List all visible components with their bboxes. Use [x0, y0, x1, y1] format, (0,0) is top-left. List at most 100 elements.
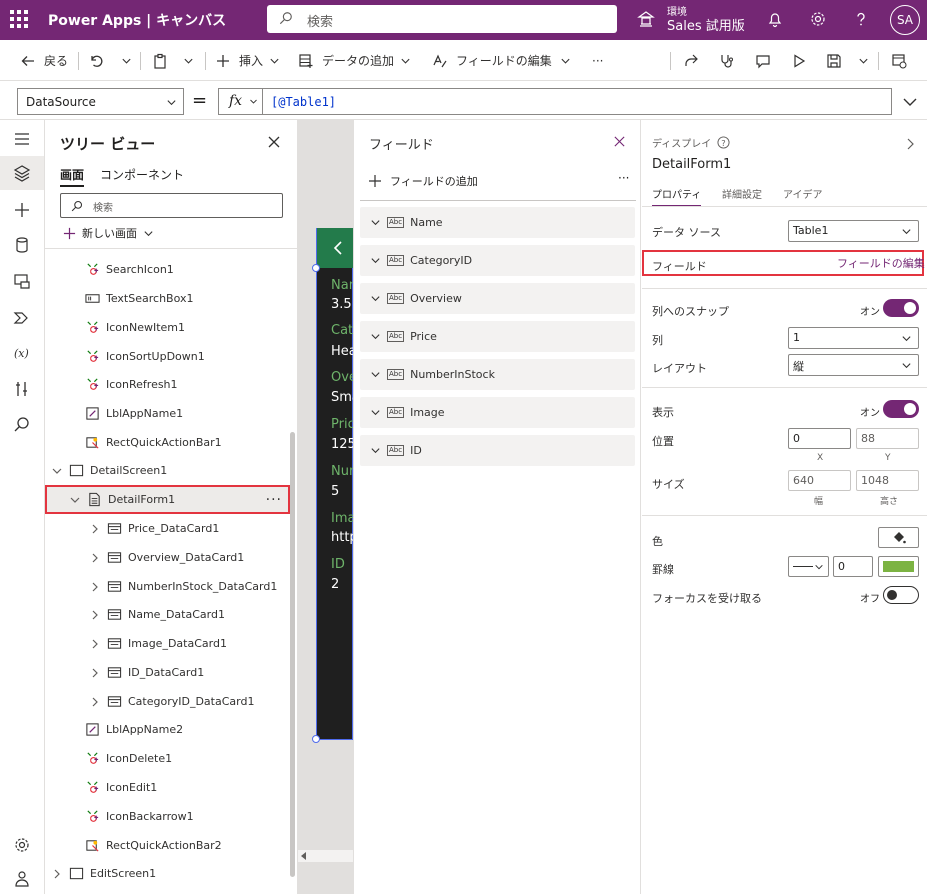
tree-node[interactable]: RectQuickActionBar1	[45, 428, 290, 457]
height-input[interactable]: 1048	[856, 470, 919, 491]
position-x-input[interactable]: 0	[788, 428, 851, 449]
chevron-down-icon[interactable]	[370, 331, 381, 342]
insert-plus-icon[interactable]	[13, 201, 31, 219]
tab-advanced[interactable]: 詳細設定	[722, 186, 762, 201]
border-color-picker[interactable]	[878, 556, 919, 577]
node-more-button[interactable]: ···	[266, 492, 282, 508]
formula-input[interactable]: [@Table1]	[262, 88, 892, 115]
chevron-down-icon[interactable]	[370, 217, 381, 228]
tree-node[interactable]: Image_DataCard1	[45, 629, 290, 658]
undo-dropdown[interactable]	[121, 40, 132, 81]
share-button[interactable]	[683, 40, 699, 81]
add-data-button[interactable]: データの追加	[298, 40, 411, 81]
tree-node[interactable]: IconNewItem1	[45, 313, 290, 342]
tree-node[interactable]: RectQuickActionBar2	[45, 831, 290, 860]
field-item[interactable]: Abc NumberInStock	[360, 359, 635, 390]
save-dropdown[interactable]	[858, 40, 869, 81]
field-item[interactable]: Abc Image	[360, 397, 635, 428]
comments-button[interactable]	[755, 40, 771, 81]
tree-node[interactable]: IconEdit1	[45, 773, 290, 802]
chevron-down-icon[interactable]	[370, 445, 381, 456]
tree-node[interactable]: IconBackarrow1	[45, 802, 290, 831]
help-icon[interactable]	[852, 10, 870, 28]
tree-node[interactable]: DetailForm1 ···	[45, 485, 290, 514]
paste-dropdown[interactable]	[183, 40, 194, 81]
visible-toggle[interactable]	[883, 400, 919, 418]
tree-node[interactable]: Name_DataCard1	[45, 600, 290, 629]
tree-node[interactable]: ID_DataCard1	[45, 658, 290, 687]
field-item[interactable]: Abc Overview	[360, 283, 635, 314]
paste-button[interactable]	[152, 40, 168, 81]
tree-node[interactable]: Price_DataCard1	[45, 514, 290, 543]
tree-scrollbar[interactable]	[290, 432, 295, 877]
app-launcher-icon[interactable]	[10, 10, 28, 28]
tree-node[interactable]: CategoryID_DataCard1	[45, 687, 290, 716]
tree-node[interactable]: IconDelete1	[45, 744, 290, 773]
chevron-right-icon[interactable]	[89, 523, 101, 535]
snap-to-columns-toggle[interactable]	[883, 299, 919, 317]
resize-handle[interactable]	[312, 264, 320, 272]
settings-gear-icon[interactable]	[13, 836, 31, 854]
chevron-down-icon[interactable]	[370, 255, 381, 266]
border-style-dropdown[interactable]	[788, 556, 829, 577]
fields-more-button[interactable]: ···	[618, 171, 629, 185]
tree-node[interactable]: LblAppName2	[45, 715, 290, 744]
field-item[interactable]: Abc ID	[360, 435, 635, 466]
chevron-right-icon[interactable]	[89, 552, 101, 564]
settings-gear-icon[interactable]	[809, 10, 827, 28]
chevron-down-icon[interactable]	[69, 494, 81, 506]
new-screen-button[interactable]: 新しい画面	[63, 225, 154, 241]
border-width-input[interactable]: 0	[833, 556, 873, 577]
hamburger-menu-icon[interactable]	[13, 130, 31, 148]
user-avatar[interactable]: SA	[890, 5, 920, 35]
tree-node[interactable]: TextSearchBox1	[45, 284, 290, 313]
virtual-agent-icon[interactable]	[13, 870, 31, 888]
more-commands-button[interactable]: ···	[592, 40, 603, 81]
publish-button[interactable]	[891, 40, 907, 81]
chevron-right-icon[interactable]	[89, 667, 101, 679]
tree-node[interactable]: LblAppName1	[45, 399, 290, 428]
app-checker-button[interactable]	[719, 40, 735, 81]
chevron-down-icon[interactable]	[370, 407, 381, 418]
advanced-tools-icon[interactable]	[13, 380, 31, 398]
tree-search-input[interactable]: 検索	[60, 193, 283, 218]
chevron-down-icon[interactable]	[51, 465, 63, 477]
chevron-right-icon[interactable]	[904, 138, 916, 150]
scroll-left-icon[interactable]	[300, 852, 308, 860]
edit-fields-link[interactable]: フィールドの編集	[837, 255, 925, 271]
save-button[interactable]	[826, 40, 842, 81]
environment-name[interactable]: Sales 試用版	[667, 15, 745, 34]
tree-node[interactable]: EditScreen1	[45, 859, 290, 888]
search-icon[interactable]	[13, 416, 31, 434]
back-button[interactable]: 戻る	[20, 40, 68, 81]
tree-node[interactable]: NumberInStock_DataCard1	[45, 572, 290, 601]
layout-dropdown[interactable]: 縦	[788, 354, 919, 376]
help-circle-icon[interactable]: ?	[717, 136, 730, 149]
field-item[interactable]: Abc CategoryID	[360, 245, 635, 276]
chevron-down-icon[interactable]	[370, 369, 381, 380]
global-search-input[interactable]: 検索	[267, 5, 617, 33]
notifications-icon[interactable]	[766, 10, 784, 28]
property-selector[interactable]: DataSource	[17, 88, 184, 115]
data-database-icon[interactable]	[13, 236, 31, 254]
width-input[interactable]: 640	[788, 470, 851, 491]
field-item[interactable]: Abc Name	[360, 207, 635, 238]
resize-handle[interactable]	[312, 735, 320, 743]
columns-dropdown[interactable]: 1	[788, 327, 919, 349]
tree-node[interactable]: IconRefresh1	[45, 370, 290, 399]
insert-button[interactable]: 挿入	[215, 40, 280, 81]
position-y-input[interactable]: 88	[856, 428, 919, 449]
media-icon[interactable]	[13, 272, 31, 290]
expand-formula-chevron-icon[interactable]	[902, 94, 918, 110]
tree-node[interactable]: DetailScreen1	[45, 456, 290, 485]
control-name[interactable]: DetailForm1	[652, 157, 731, 172]
chevron-right-icon[interactable]	[89, 638, 101, 650]
chevron-right-icon[interactable]	[89, 696, 101, 708]
undo-button[interactable]	[88, 40, 104, 81]
tab-screens[interactable]: 画面	[60, 166, 85, 187]
function-button[interactable]: fx	[218, 88, 262, 115]
back-arrow-icon[interactable]	[331, 240, 345, 256]
field-item[interactable]: Abc Price	[360, 321, 635, 352]
tab-components[interactable]: コンポーネント	[100, 166, 184, 183]
datasource-dropdown[interactable]: Table1	[788, 220, 919, 242]
